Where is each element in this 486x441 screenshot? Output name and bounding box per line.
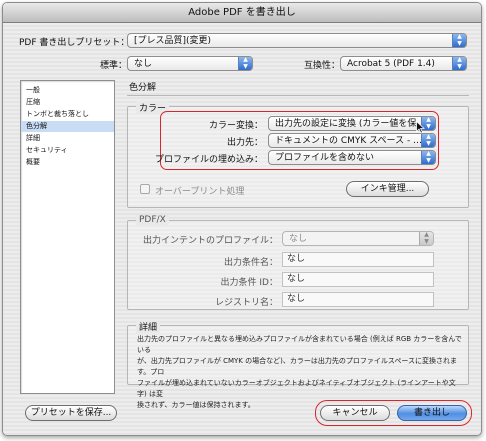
color-conversion-popup[interactable]: 出力先の設定に変換 (カラー値を保… ▲ ▼: [268, 116, 436, 131]
registry-name-field: なし: [282, 292, 434, 307]
destination-value: ドキュメントの CMYK スペース - …: [275, 136, 423, 146]
popup-arrows-icon: ▲ ▼: [452, 57, 466, 70]
section-title: 色分解: [129, 83, 157, 93]
output-condition-name-label: 出力条件名：: [223, 258, 278, 268]
mouse-pointer-icon: [416, 121, 425, 134]
compat-label: 互換性：: [304, 61, 341, 71]
section-divider: [127, 95, 469, 96]
output-intent-popup[interactable]: なし ▲ ▼: [282, 231, 434, 246]
sidebar-item-security[interactable]: セキュリティ: [21, 145, 114, 156]
window-title: Adobe PDF を書き出し: [188, 7, 296, 18]
preset-label: PDF 書き出しプリセット：: [19, 38, 130, 48]
export-pdf-dialog: Adobe PDF を書き出し PDF 書き出しプリセット： [プレス品質](変…: [2, 2, 482, 436]
title-bar: Adobe PDF を書き出し: [3, 3, 481, 23]
overprint-checkbox[interactable]: [140, 184, 150, 194]
preset-popup[interactable]: [プレス品質](変更) ▲ ▼: [127, 33, 467, 48]
overprint-label: オーバープリント処理: [155, 187, 245, 197]
output-condition-id-field: なし: [282, 272, 434, 287]
popup-arrows-icon: ▲ ▼: [452, 34, 466, 47]
standard-popup[interactable]: なし ▲ ▼: [127, 56, 253, 71]
standard-label: 標準：: [100, 61, 128, 71]
profile-inclusion-value: プロファイルを含めない: [275, 153, 375, 163]
destination-label: 出力先：: [226, 138, 263, 148]
output-condition-id-label: 出力条件 ID：: [220, 278, 278, 288]
footer-highlight-box: [315, 400, 472, 426]
sidebar-item-compression[interactable]: 圧縮: [21, 97, 114, 108]
preset-value: [プレス品質](変更): [134, 36, 212, 46]
color-conversion-label: カラー変換：: [208, 121, 263, 131]
output-intent-value: なし: [289, 234, 308, 244]
details-group-title: 詳細: [136, 320, 161, 333]
standard-value: なし: [134, 59, 153, 69]
category-sidebar: 一般 圧縮 トンボと裁ち落とし 色分解 詳細 セキュリティ 概要: [20, 80, 115, 394]
ink-manager-button[interactable]: インキ管理...: [346, 181, 429, 197]
details-line: ファイルが埋め込まれていないカラーオブジェクトおよびネイティブオブジェクト (ラ…: [137, 379, 456, 398]
profile-inclusion-label: プロファイルの埋め込み：: [154, 155, 263, 165]
sidebar-item-color-separation[interactable]: 色分解: [21, 121, 114, 132]
profile-inclusion-popup[interactable]: プロファイルを含めない ▲ ▼: [268, 150, 436, 165]
popup-arrows-icon: ▲ ▼: [419, 232, 433, 245]
color-conversion-value: 出力先の設定に変換 (カラー値を保…: [275, 119, 426, 129]
popup-arrows-icon: ▲ ▼: [238, 57, 252, 70]
details-line: が、出力先プロファイルが CMYK の場合など)、カラーは出力先のプロファイルス…: [137, 357, 457, 376]
sidebar-item-advanced[interactable]: 詳細: [21, 133, 114, 144]
details-line: 出力先のプロファイルと異なる埋め込みプロファイルが含まれている場合 (例えば R…: [137, 335, 462, 354]
sidebar-item-marks-bleeds[interactable]: トンボと裁ち落とし: [21, 109, 114, 120]
popup-arrows-icon: ▲ ▼: [421, 134, 435, 147]
registry-name-label: レジストリ名：: [214, 298, 278, 308]
sidebar-item-summary[interactable]: 概要: [21, 157, 114, 168]
pdfx-group-title: PDF/X: [136, 215, 169, 225]
popup-arrows-icon: ▲ ▼: [421, 151, 435, 164]
output-condition-name-field: なし: [282, 252, 434, 267]
compat-popup[interactable]: Acrobat 5 (PDF 1.4) ▲ ▼: [340, 56, 467, 71]
output-intent-label: 出力インテントのプロファイル：: [142, 236, 278, 246]
save-preset-button[interactable]: プリセットを保存...: [25, 405, 117, 421]
sidebar-item-general[interactable]: 一般: [21, 85, 114, 96]
destination-popup[interactable]: ドキュメントの CMYK スペース - … ▲ ▼: [268, 133, 436, 148]
compat-value: Acrobat 5 (PDF 1.4): [347, 59, 435, 69]
